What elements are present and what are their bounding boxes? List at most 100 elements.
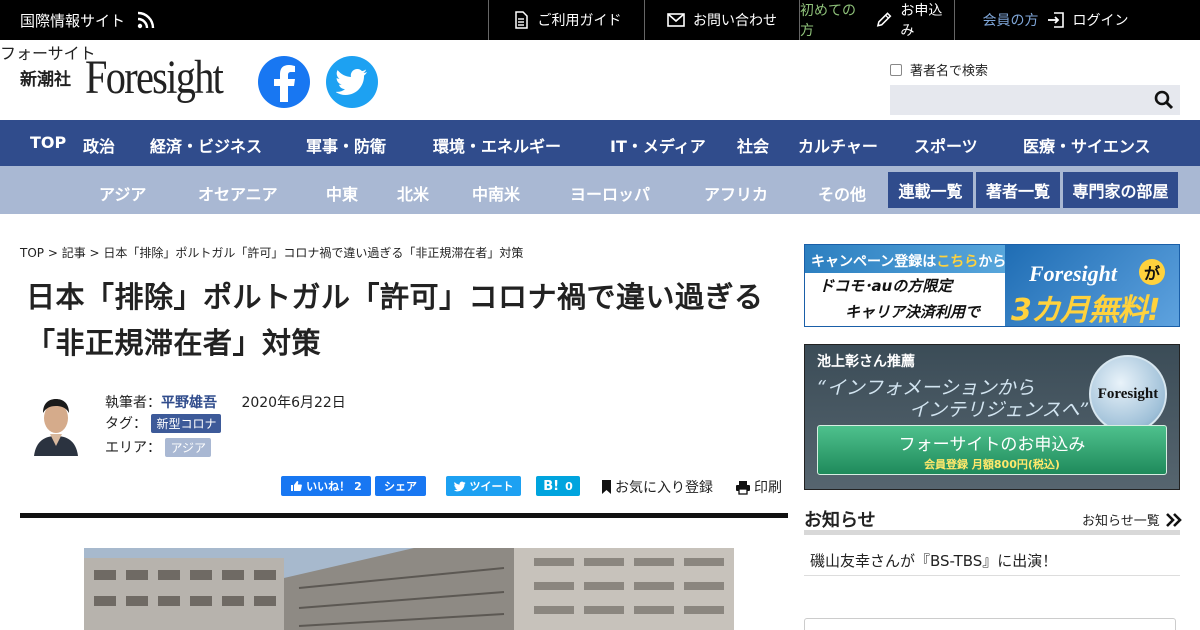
tweet-label: ツイート (469, 480, 514, 493)
region-asia[interactable]: アジア (99, 181, 146, 205)
facebook-f-icon (274, 65, 295, 102)
facebook-icon[interactable] (258, 56, 310, 108)
pen-icon (876, 12, 892, 27)
subscription-banner[interactable]: 池上彰さん推薦 “インフォメーションから インテリジェンスへ” Foresigh… (804, 344, 1180, 490)
main-nav: TOP 政治 経済・ビジネス 軍事・防衛 環境・エネルギー IT・メディア 社会… (0, 120, 1200, 166)
region-other[interactable]: その他 (818, 181, 866, 205)
twitter-bird-icon (336, 69, 367, 95)
social-links (258, 56, 378, 108)
search-area: 著者名で検索 (890, 60, 1180, 115)
document-icon (514, 11, 528, 29)
print-button[interactable]: 印刷 (735, 477, 782, 497)
printer-icon (736, 480, 750, 495)
campaign-head-tail: から (978, 254, 1007, 270)
region-africa[interactable]: アフリカ (704, 181, 768, 205)
signup-prefix: 初めての方 (800, 3, 856, 39)
contact-link[interactable]: お問い合わせ (644, 0, 799, 40)
facebook-like-button[interactable]: いいね！ 2 (281, 476, 371, 496)
campaign-text-area: キャンペーン登録はこちらから ドコモ･auの方限定 キャリア決済利用で (805, 245, 1015, 326)
tweet-bird-icon (453, 481, 466, 491)
hatena-count: 0 (565, 479, 573, 493)
tag-row: タグ： 新型コロナ (105, 413, 222, 433)
nav-economy[interactable]: 経済・ビジネス (150, 133, 262, 157)
nav-it-media[interactable]: IT・メディア (610, 133, 706, 157)
notice-item[interactable]: 磯山友幸さんが『BS-TBS』に出演！ (810, 550, 1057, 571)
author-label: 執筆者： (105, 395, 161, 411)
region-middle-east[interactable]: 中東 (326, 181, 358, 205)
bookmark-icon (602, 480, 611, 494)
region-north-america[interactable]: 北米 (397, 181, 429, 205)
double-chevron-right-icon (1165, 512, 1182, 527)
notice-item-divider (804, 575, 1180, 576)
login-link[interactable]: 会員の方 ログイン (954, 0, 1156, 40)
favorite-label: お気に入り登録 (615, 480, 713, 496)
sidebar-box (804, 618, 1176, 630)
area-label: エリア： (105, 440, 161, 456)
search-input[interactable] (890, 85, 1180, 115)
login-icon (1047, 12, 1064, 28)
nav-energy[interactable]: 環境・エネルギー (433, 133, 561, 157)
like-label: いいね！ (306, 480, 351, 493)
guide-link[interactable]: ご利用ガイド (488, 0, 644, 40)
notice-divider (804, 530, 1180, 535)
notice-list-link[interactable]: お知らせ一覧 (1082, 510, 1182, 529)
nav-society[interactable]: 社会 (737, 133, 769, 157)
thumbs-up-icon (291, 481, 303, 491)
tag-label: タグ： (105, 416, 147, 432)
nav-culture[interactable]: カルチャー (798, 133, 878, 157)
author-list-button[interactable]: 著者一覧 (976, 172, 1060, 208)
subscribe-price: 会員登録 月額800円(税込) (924, 458, 1060, 471)
login-label: ログイン (1072, 13, 1129, 29)
facebook-share-button[interactable]: シェア (375, 476, 426, 496)
favorite-button[interactable]: お気に入り登録 (601, 477, 713, 497)
campaign-offer-area: Foresight が 3カ月無料! (1005, 245, 1179, 326)
campaign-banner[interactable]: キャンペーン登録はこちらから ドコモ･auの方限定 キャリア決済利用で Fore… (804, 244, 1180, 327)
notice-more-label: お知らせ一覧 (1082, 514, 1160, 529)
area-row: エリア： アジア (105, 437, 211, 457)
campaign-head-highlight: こちら (936, 254, 979, 270)
subscribe-button[interactable]: フォーサイトのお申込み 会員登録 月額800円(税込) (817, 425, 1167, 475)
site-name-area: 国際情報サイト (0, 0, 488, 40)
breadcrumb[interactable]: TOP > 記事 > 日本「排除」ポルトガル「許可」コロナ禍で違い過ぎる「非正規… (20, 244, 523, 261)
signup-link[interactable]: 初めての方 お申込み (799, 0, 954, 40)
rss-icon[interactable] (137, 11, 155, 29)
brand-logo[interactable]: 新潮社 Foresight (20, 54, 248, 102)
subscribe-label: フォーサイトのお申込み (898, 435, 1086, 455)
region-europe[interactable]: ヨーロッパ (570, 181, 650, 205)
tag-badge[interactable]: 新型コロナ (151, 414, 222, 433)
nav-defense[interactable]: 軍事・防衛 (306, 133, 386, 157)
author-search-checkbox[interactable] (890, 63, 902, 76)
contact-label: お問い合わせ (693, 13, 777, 29)
nav-politics[interactable]: 政治 (83, 133, 115, 157)
globe-logo-text: Foresight (1097, 385, 1159, 402)
top-nav: ご利用ガイド お問い合わせ 初めての方 お申込み 会員の方 ログイン (488, 0, 1156, 40)
nav-sports[interactable]: スポーツ (914, 133, 978, 157)
campaign-payment: キャリア決済利用で (845, 303, 981, 321)
series-list-button[interactable]: 連載一覧 (888, 172, 973, 208)
region-nav: アジア オセアニア 中東 北米 中南米 ヨーロッパ アフリカ その他 連載一覧 … (0, 166, 1200, 214)
recommend-label: 池上彰さん推薦 (817, 354, 915, 370)
promo-quote-2: インテリジェンスへ” (909, 399, 1090, 421)
publish-date: 2020年6月22日 (241, 395, 346, 411)
region-oceania[interactable]: オセアニア (198, 181, 278, 205)
twitter-icon[interactable] (326, 56, 378, 108)
area-badge[interactable]: アジア (165, 438, 211, 457)
nav-top[interactable]: TOP (30, 133, 66, 152)
experts-room-button[interactable]: 専門家の部屋 (1063, 172, 1178, 208)
author-name[interactable]: 平野雄吾 (161, 395, 217, 411)
author-avatar[interactable] (30, 394, 82, 456)
publisher-name: 新潮社 (20, 70, 71, 90)
article-photo (84, 548, 734, 630)
region-latin-america[interactable]: 中南米 (472, 181, 520, 205)
author-search-toggle[interactable]: 著者名で検索 (890, 60, 1180, 79)
tweet-button[interactable]: ツイート (446, 476, 521, 496)
nav-medical[interactable]: 医療・サイエンス (1023, 133, 1151, 157)
mail-icon (667, 13, 685, 27)
search-icon[interactable] (1154, 90, 1174, 110)
campaign-logo: Foresight (1029, 261, 1118, 286)
article-title: 日本「排除」ポルトガル「許可」コロナ禍で違い過ぎる「非正規滞在者」対策 (26, 280, 764, 360)
hatena-bookmark-button[interactable]: B! 0 (536, 476, 580, 496)
campaign-head-text: キャンペーン登録は (811, 254, 937, 270)
signup-label: お申込み (900, 3, 943, 39)
campaign-ga: が (1139, 259, 1165, 285)
